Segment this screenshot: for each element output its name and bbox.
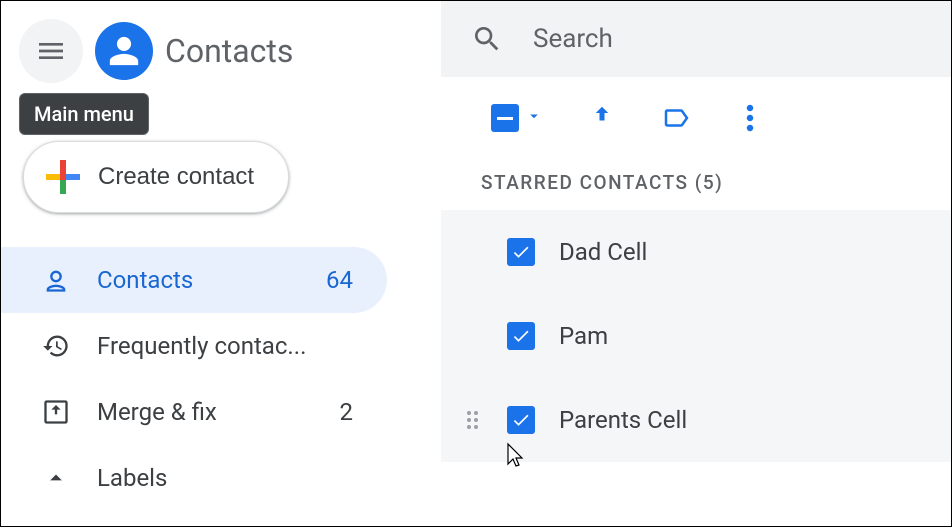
sidebar-item-contacts[interactable]: Contacts 64 xyxy=(1,247,387,313)
merge-fix-icon xyxy=(41,397,71,427)
contacts-logo xyxy=(95,22,153,80)
check-icon xyxy=(511,410,531,430)
contact-name: Pam xyxy=(559,322,608,350)
sidebar-item-count: 64 xyxy=(326,266,353,294)
merge-button[interactable] xyxy=(587,103,617,133)
main-menu-tooltip: Main menu xyxy=(19,93,149,135)
app-title: Contacts xyxy=(165,32,293,70)
contact-row[interactable]: Pam xyxy=(441,294,951,378)
contact-checkbox[interactable] xyxy=(507,406,535,434)
label-button[interactable] xyxy=(661,103,691,133)
sidebar-item-label: Contacts xyxy=(97,266,300,294)
mouse-cursor-icon xyxy=(505,442,525,468)
check-icon xyxy=(511,242,531,262)
selection-toolbar xyxy=(441,77,951,159)
contact-row[interactable]: Parents Cell xyxy=(441,378,951,462)
sidebar-item-merge-fix[interactable]: Merge & fix 2 xyxy=(1,379,387,445)
contact-checkbox[interactable] xyxy=(507,238,535,266)
contact-name: Parents Cell xyxy=(559,406,687,434)
more-vert-icon xyxy=(735,103,765,133)
indeterminate-checkbox-icon xyxy=(491,104,519,132)
sidebar-item-count: 2 xyxy=(340,398,354,426)
sidebar-labels-toggle[interactable]: Labels xyxy=(1,445,387,511)
drag-handle-icon[interactable] xyxy=(467,411,483,429)
caret-down-icon xyxy=(525,107,543,129)
person-icon xyxy=(107,34,141,68)
contact-checkbox[interactable] xyxy=(507,322,535,350)
search-placeholder: Search xyxy=(533,24,613,54)
contact-name: Dad Cell xyxy=(559,238,647,266)
search-bar[interactable]: Search xyxy=(441,1,951,77)
hamburger-icon xyxy=(35,35,67,67)
sidebar-item-label: Frequently contac... xyxy=(97,332,353,360)
search-icon xyxy=(471,23,503,55)
chevron-up-icon xyxy=(41,463,71,493)
person-outline-icon xyxy=(41,265,71,295)
check-icon xyxy=(511,326,531,346)
create-contact-label: Create contact xyxy=(98,163,254,191)
starred-contacts-header: STARRED CONTACTS (5) xyxy=(441,159,951,210)
sidebar-item-label: Merge & fix xyxy=(97,398,314,426)
sidebar-item-frequent[interactable]: Frequently contac... xyxy=(1,313,387,379)
merge-icon xyxy=(587,103,617,133)
label-icon xyxy=(661,103,691,133)
sidebar-labels-header: Labels xyxy=(97,464,353,492)
contact-row[interactable]: Dad Cell xyxy=(441,210,951,294)
history-icon xyxy=(41,331,71,361)
plus-icon xyxy=(46,160,80,194)
main-menu-button[interactable] xyxy=(19,19,83,83)
more-options-button[interactable] xyxy=(735,103,765,133)
select-all-dropdown[interactable] xyxy=(491,104,543,132)
create-contact-button[interactable]: Create contact xyxy=(23,141,289,213)
